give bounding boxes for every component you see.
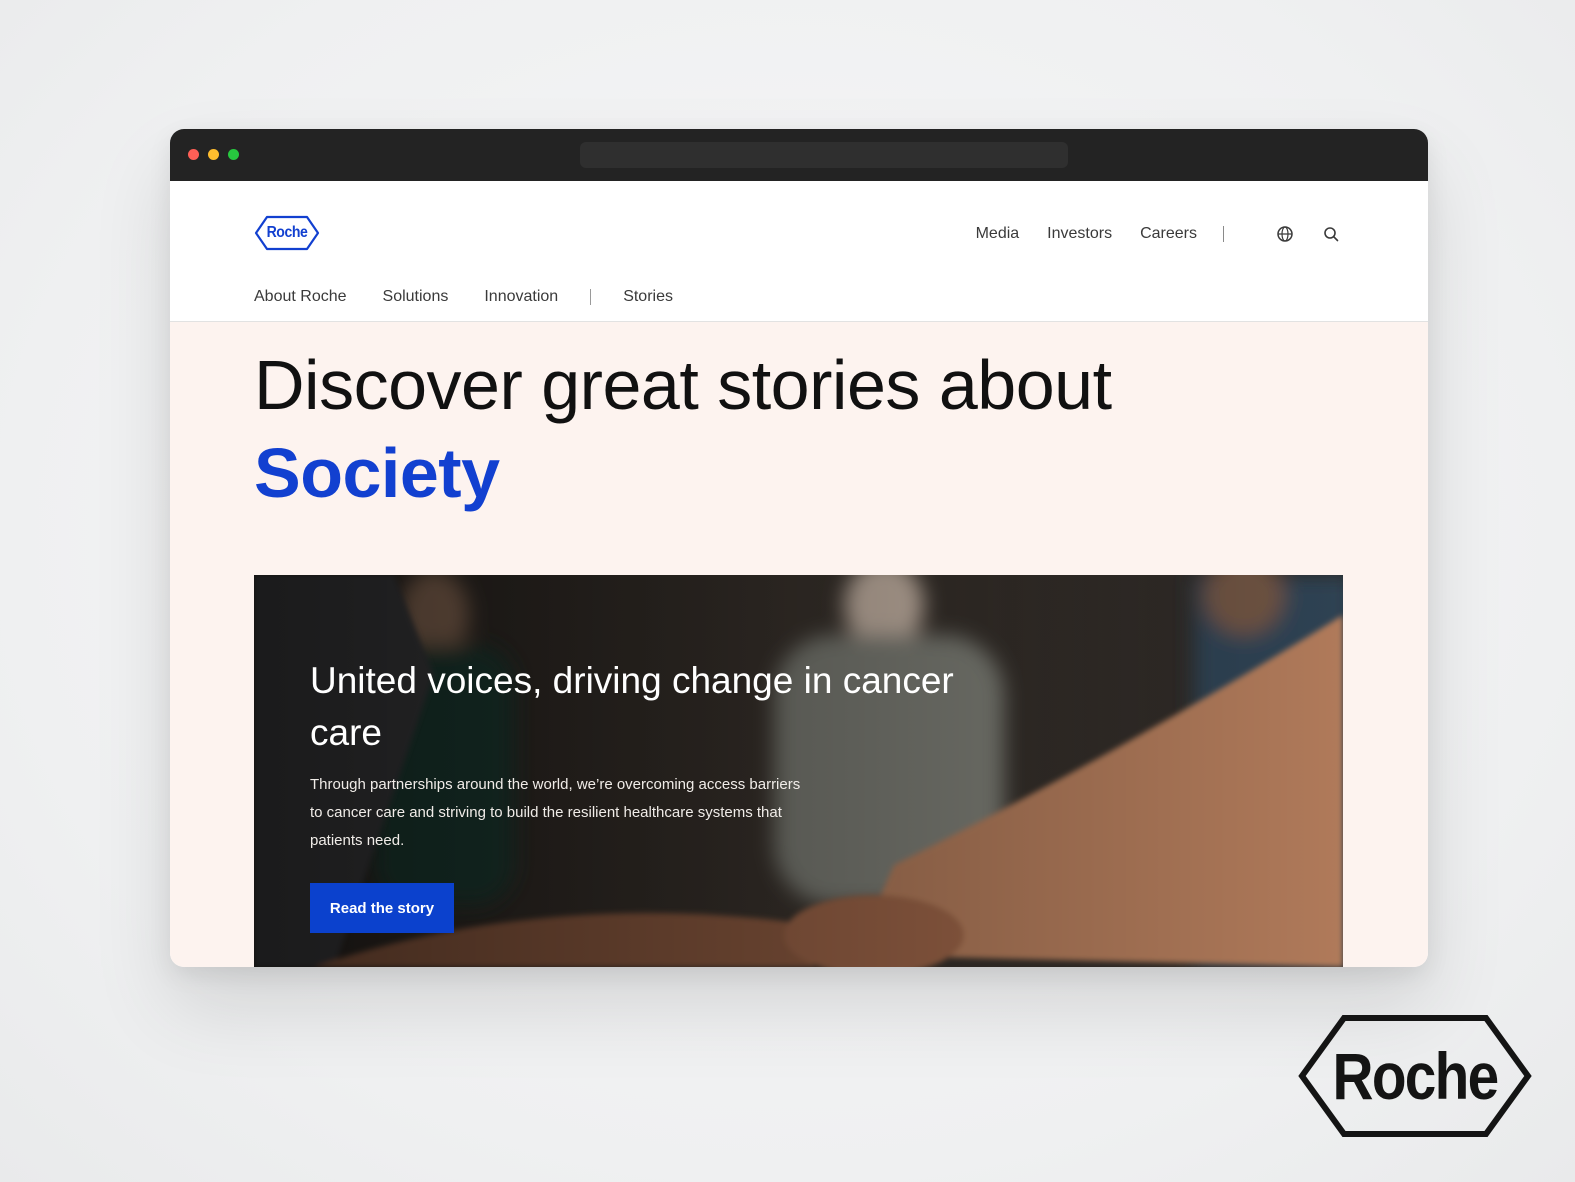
site-header: Roche Media Investors Careers About Roch… — [170, 181, 1428, 322]
nav-item-solutions[interactable]: Solutions — [383, 288, 449, 306]
website-viewport: Roche Media Investors Careers About Roch… — [170, 181, 1428, 967]
address-bar[interactable] — [580, 142, 1068, 168]
read-the-story-button[interactable]: Read the story — [310, 883, 454, 933]
feature-story-card[interactable]: United voices, driving change in cancer … — [254, 575, 1343, 967]
nav-item-innovation[interactable]: Innovation — [484, 288, 558, 306]
feature-title: United voices, driving change in cancer … — [310, 660, 954, 753]
corner-logo-wordmark: Roche — [1332, 1039, 1500, 1113]
feature-description: Through partnerships around the world, w… — [310, 776, 801, 849]
presentation-stage: Roche Media Investors Careers About Roch… — [0, 0, 1575, 1182]
hero-heading: Discover great stories about Society — [254, 341, 1112, 517]
globe-icon[interactable] — [1276, 225, 1294, 243]
browser-window: Roche Media Investors Careers About Roch… — [170, 129, 1428, 967]
nav-link-investors[interactable]: Investors — [1047, 225, 1112, 243]
hero-accent-text: Society — [254, 434, 500, 512]
roche-corner-logo: Roche — [1298, 1014, 1532, 1138]
minimize-window-dot[interactable] — [208, 149, 219, 160]
main-nav: About Roche Solutions Innovation Stories — [254, 288, 709, 306]
hero-title-text: Discover great stories about — [254, 346, 1112, 424]
nav-item-about-roche[interactable]: About Roche — [254, 288, 347, 306]
browser-titlebar — [170, 129, 1428, 181]
logo-wordmark: Roche — [266, 224, 308, 241]
main-nav-divider — [590, 289, 592, 305]
maximize-window-dot[interactable] — [228, 149, 239, 160]
nav-item-stories[interactable]: Stories — [623, 288, 673, 306]
search-icon[interactable] — [1322, 225, 1340, 243]
nav-link-media[interactable]: Media — [976, 225, 1020, 243]
utility-nav: Media Investors Careers — [948, 225, 1224, 243]
roche-logo[interactable]: Roche — [254, 215, 320, 251]
nav-divider — [1223, 226, 1224, 242]
nav-link-careers[interactable]: Careers — [1140, 225, 1197, 243]
close-window-dot[interactable] — [188, 149, 199, 160]
